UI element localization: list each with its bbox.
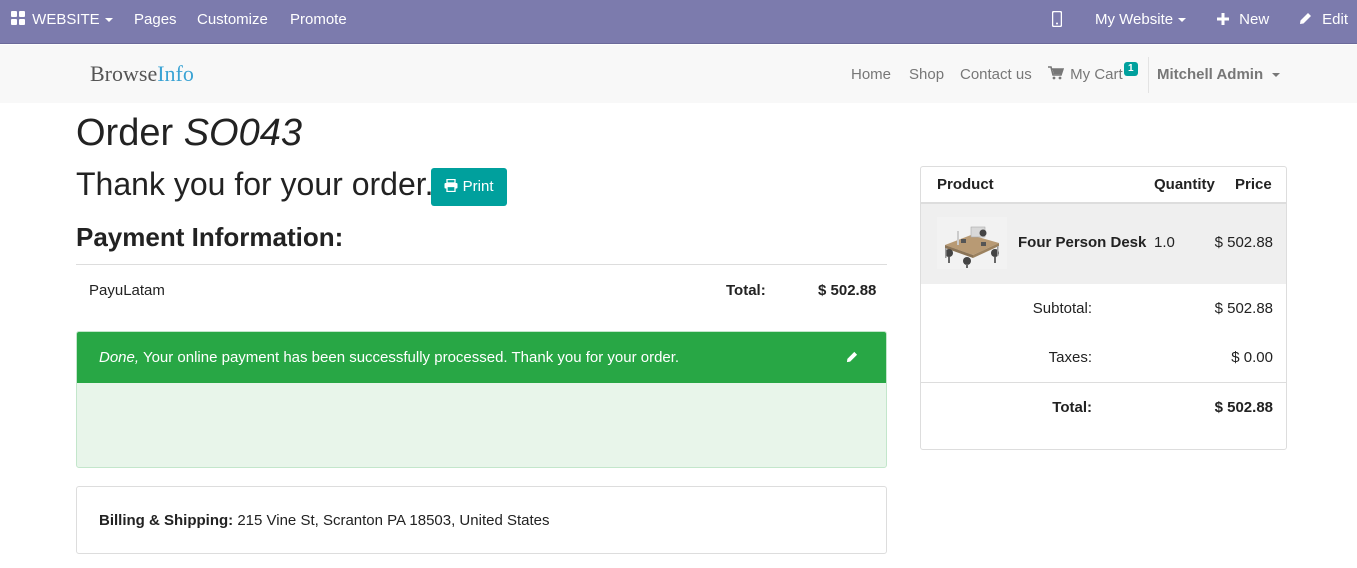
brand-logo[interactable]: BrowseInfo bbox=[90, 61, 194, 87]
product-image bbox=[937, 217, 1007, 269]
admin-top-bar: WEBSITE Pages Customize Promote My Websi… bbox=[0, 0, 1357, 44]
website-menu[interactable]: WEBSITE bbox=[11, 0, 113, 44]
taxes-label: Taxes: bbox=[1048, 349, 1092, 366]
printer-icon bbox=[444, 178, 458, 193]
website-menu-label: WEBSITE bbox=[32, 11, 100, 28]
taxes-value: $ 0.00 bbox=[1231, 349, 1273, 366]
nav-contact-link[interactable]: Contact us bbox=[960, 66, 1032, 83]
edit-button[interactable]: Edit bbox=[1299, 0, 1348, 44]
new-button-label: New bbox=[1239, 11, 1270, 28]
nav-home-link[interactable]: Home bbox=[851, 66, 891, 83]
billing-shipping-label: Billing & Shipping: bbox=[99, 512, 234, 529]
product-price: $ 502.88 bbox=[1214, 234, 1273, 251]
apps-grid-icon bbox=[11, 11, 25, 25]
payment-status-header: Done, Your online payment has been succe… bbox=[77, 332, 886, 383]
payment-status-done: Done, bbox=[99, 349, 140, 366]
nav-cart-label: My Cart bbox=[1070, 66, 1123, 83]
payment-status-alert: Done, Your online payment has been succe… bbox=[76, 331, 887, 468]
totals-divider bbox=[921, 382, 1286, 383]
payment-total-label: Total: bbox=[726, 282, 766, 299]
site-navbar: BrowseInfo Home Shop Contact us My Cart … bbox=[0, 45, 1357, 103]
edit-button-label: Edit bbox=[1322, 11, 1349, 28]
shopping-cart-icon bbox=[1048, 66, 1065, 80]
column-header-quantity: Quantity bbox=[1154, 176, 1215, 193]
chevron-down-icon bbox=[1178, 18, 1187, 23]
promote-menu[interactable]: Promote bbox=[290, 0, 347, 44]
site-selector[interactable]: My Website bbox=[1095, 0, 1187, 44]
print-button[interactable]: Print bbox=[431, 168, 507, 206]
brand-text-part2: Info bbox=[157, 61, 194, 86]
mobile-preview-button[interactable] bbox=[1051, 0, 1063, 44]
cart-count-badge: 1 bbox=[1124, 62, 1138, 76]
pages-menu[interactable]: Pages bbox=[134, 0, 177, 44]
order-title-prefix: Order bbox=[76, 112, 174, 154]
payment-status-message: Your online payment has been successfull… bbox=[142, 349, 680, 366]
total-value: $ 502.88 bbox=[1214, 399, 1273, 416]
product-quantity: 1.0 bbox=[1154, 234, 1175, 251]
new-button[interactable]: New bbox=[1217, 0, 1269, 44]
order-title: Order SO043 bbox=[76, 112, 302, 155]
nav-divider bbox=[1148, 57, 1149, 93]
product-name[interactable]: Four Person Desk bbox=[1018, 234, 1146, 251]
chevron-down-icon bbox=[104, 18, 113, 23]
pencil-icon bbox=[846, 351, 858, 363]
nav-cart-link[interactable]: My Cart bbox=[1048, 66, 1123, 83]
chevron-down-icon bbox=[1272, 73, 1281, 78]
customize-menu[interactable]: Customize bbox=[197, 0, 268, 44]
edit-message-button[interactable] bbox=[846, 332, 858, 383]
order-number: SO043 bbox=[183, 112, 303, 154]
nav-shop-link[interactable]: Shop bbox=[909, 66, 944, 83]
total-label: Total: bbox=[1052, 399, 1092, 416]
thank-you-heading: Thank you for your order. bbox=[76, 166, 434, 202]
column-header-product: Product bbox=[937, 176, 994, 193]
payment-information-heading: Payment Information: bbox=[76, 222, 344, 252]
payment-acquirer: PayuLatam bbox=[89, 282, 165, 299]
subtotal-value: $ 502.88 bbox=[1214, 300, 1273, 317]
subtotal-label: Subtotal: bbox=[1032, 300, 1092, 317]
table-row: Four Person Desk 1.0 $ 502.88 bbox=[921, 204, 1286, 284]
divider bbox=[76, 264, 887, 265]
user-menu-label: Mitchell Admin bbox=[1157, 66, 1264, 83]
pencil-icon bbox=[1300, 13, 1311, 24]
order-summary-card: Product Quantity Price Four Person Desk … bbox=[920, 166, 1287, 450]
print-button-label: Print bbox=[462, 178, 494, 195]
payment-total-value: $ 502.88 bbox=[818, 282, 877, 299]
brand-text-part1: Browse bbox=[90, 61, 158, 86]
site-selector-label: My Website bbox=[1095, 11, 1174, 28]
mobile-phone-icon bbox=[1051, 10, 1063, 28]
column-header-price: Price bbox=[1235, 176, 1272, 193]
billing-shipping-address: 215 Vine St, Scranton PA 18503, United S… bbox=[237, 512, 550, 529]
billing-shipping-card: Billing & Shipping: 215 Vine St, Scranto… bbox=[76, 486, 887, 554]
plus-icon bbox=[1217, 13, 1229, 25]
user-menu[interactable]: Mitchell Admin bbox=[1157, 66, 1281, 83]
